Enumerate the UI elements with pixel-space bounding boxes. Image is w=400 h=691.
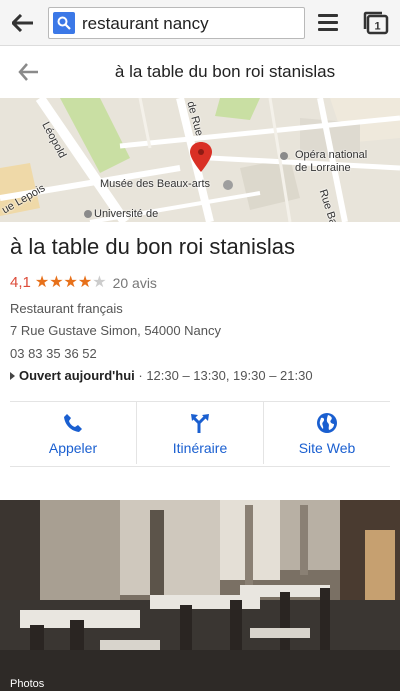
star-filled-icon: ★ bbox=[34, 273, 50, 291]
action-bar: Appeler Itinéraire Site Web bbox=[10, 402, 390, 464]
map-label: de Lorraine bbox=[295, 162, 351, 174]
star-filled-icon: ★ bbox=[63, 273, 78, 291]
search-toolbar: restaurant nancy 1 bbox=[0, 0, 400, 46]
website-button[interactable]: Site Web bbox=[263, 402, 390, 464]
map-label: Musée des Beaux-arts bbox=[100, 178, 211, 190]
star-filled-icon: ★ bbox=[49, 273, 64, 291]
rating-stars: ★ ★ ★ ★ ★ bbox=[34, 273, 107, 291]
back-arrow-icon[interactable] bbox=[8, 9, 38, 37]
search-query: restaurant nancy bbox=[82, 14, 209, 33]
svg-text:1: 1 bbox=[374, 21, 380, 33]
tabs-icon[interactable]: 1 bbox=[363, 11, 389, 35]
back-arrow-icon[interactable] bbox=[18, 62, 42, 82]
globe-icon bbox=[316, 412, 338, 434]
review-count[interactable]: 20 avis bbox=[113, 275, 157, 291]
search-icon bbox=[53, 12, 75, 34]
star-filled-icon: ★ bbox=[77, 273, 93, 291]
place-name: à la table du bon roi stanislas bbox=[10, 234, 295, 259]
directions-label: Itinéraire bbox=[172, 440, 228, 456]
directions-icon bbox=[189, 412, 211, 434]
hours-status: Ouvert aujourd'hui bbox=[19, 368, 135, 383]
opening-hours[interactable]: Ouvert aujourd'hui · 12:30 – 13:30, 19:3… bbox=[10, 368, 313, 383]
rating-value: 4,1 bbox=[10, 274, 31, 291]
call-button[interactable]: Appeler bbox=[10, 402, 136, 464]
menu-icon[interactable] bbox=[318, 14, 338, 32]
place-address[interactable]: 7 Rue Gustave Simon, 54000 Nancy bbox=[10, 323, 221, 338]
photos-label[interactable]: Photos bbox=[10, 678, 44, 690]
rating-row[interactable]: 4,1 ★ ★ ★ ★ ★ 20 avis bbox=[10, 274, 157, 291]
page-title: à la table du bon roi stanislas bbox=[114, 62, 336, 81]
place-header: à la table du bon roi stanislas bbox=[0, 46, 400, 98]
directions-button[interactable]: Itinéraire bbox=[136, 402, 263, 464]
map-view[interactable]: Léopold de Rue Opéra national de Lorrain… bbox=[0, 98, 400, 222]
map-label: Opéra national bbox=[295, 149, 368, 161]
website-label: Site Web bbox=[298, 440, 356, 456]
expand-triangle-icon bbox=[10, 372, 15, 380]
hours-detail: · 12:30 – 13:30, 19:30 – 21:30 bbox=[134, 368, 313, 383]
place-phone[interactable]: 03 83 35 36 52 bbox=[10, 346, 97, 361]
divider bbox=[10, 466, 390, 467]
star-empty-icon: ★ bbox=[92, 273, 107, 291]
place-category: Restaurant français bbox=[10, 301, 123, 316]
restaurant-photo[interactable] bbox=[0, 500, 400, 691]
call-label: Appeler bbox=[48, 440, 98, 456]
map-label: Université de bbox=[94, 208, 159, 220]
search-input[interactable]: restaurant nancy bbox=[48, 7, 305, 39]
phone-icon bbox=[62, 412, 84, 434]
